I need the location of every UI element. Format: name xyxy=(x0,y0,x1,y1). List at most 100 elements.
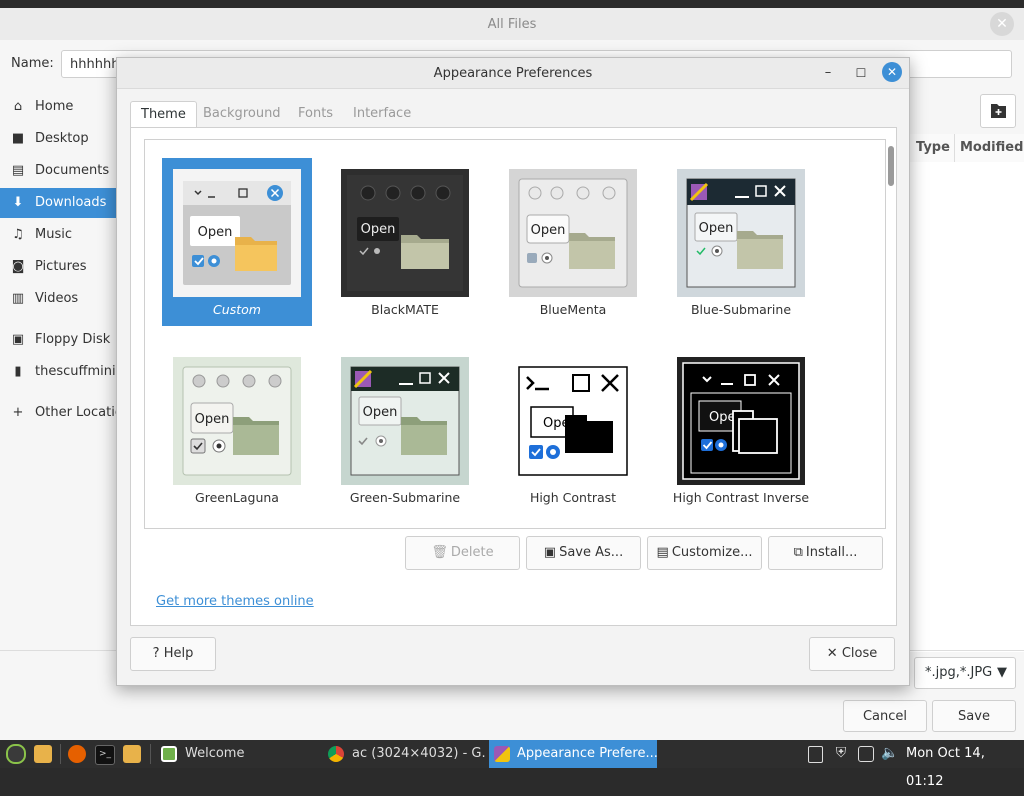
maximize-button[interactable]: ☐ xyxy=(853,65,869,81)
thumb-open-label: Open xyxy=(699,221,734,236)
sidebar-item-pictures[interactable]: ◙ Pictures xyxy=(0,252,116,282)
volume-icon[interactable]: 🔈 xyxy=(881,745,898,761)
tab-background[interactable]: Background xyxy=(193,101,291,127)
theme-tab-panel: Open Custom Open BlackMATE Open BlueMent… xyxy=(130,127,897,626)
theme-item-custom[interactable]: Open Custom xyxy=(162,158,312,326)
taskbar: >_ Welcome ac (3024×4032) - G... Appeara… xyxy=(0,740,1024,789)
theme-item-green-submarine[interactable]: Open Green-Submarine xyxy=(330,346,480,514)
dialog-titlebar: Appearance Preferences – ☐ ✕ xyxy=(117,58,909,89)
sidebar-item-label: Videos xyxy=(35,291,79,306)
delete-button[interactable]: 🗑 Delete xyxy=(405,536,520,570)
home-icon: ⌂ xyxy=(13,99,23,114)
sidebar-item-label: Music xyxy=(35,227,72,242)
tab-fonts[interactable]: Fonts xyxy=(288,101,343,127)
scrollbar-thumb[interactable] xyxy=(888,146,894,186)
green-submarine-theme-preview: Open xyxy=(341,357,469,485)
high-contrast-theme-preview: Ope xyxy=(518,366,628,476)
close-button[interactable]: ✕ Close xyxy=(809,637,895,671)
theme-item-high-contrast-inverse[interactable]: Ope High Contrast Inverse xyxy=(666,346,816,514)
theme-item-bluementa[interactable]: Open BlueMenta xyxy=(498,158,648,326)
thumb-open-label: Open xyxy=(198,225,233,240)
theme-item-blue-submarine[interactable]: Open Blue-Submarine xyxy=(666,158,816,326)
file-list[interactable] xyxy=(908,162,1024,652)
file-chooser-close-button[interactable]: ✕ xyxy=(990,12,1014,36)
file-chooser-title: All Files xyxy=(487,17,537,32)
theme-item-greenlaguna[interactable]: Open GreenLaguna xyxy=(162,346,312,514)
tab-interface[interactable]: Interface xyxy=(343,101,421,127)
pictures-icon: ◙ xyxy=(11,259,25,274)
thumb-open-label: Open xyxy=(363,405,398,420)
install-button[interactable]: ⧉ Install... xyxy=(768,536,883,570)
help-button[interactable]: ? Help xyxy=(130,637,216,671)
network-icon[interactable] xyxy=(858,746,874,762)
install-label: Install... xyxy=(805,545,858,560)
sidebar-item-music[interactable]: ♫ Music xyxy=(0,220,116,250)
sidebar-item-usb-drive[interactable]: ▮ thescuffmini xyxy=(0,357,116,387)
blue-submarine-theme-preview: Open xyxy=(677,169,805,297)
music-icon: ♫ xyxy=(12,227,24,242)
terminal-icon[interactable]: >_ xyxy=(95,745,115,765)
theme-name: Custom xyxy=(213,302,261,317)
name-label: Name: xyxy=(11,56,54,71)
new-folder-icon xyxy=(991,104,1006,118)
theme-item-high-contrast[interactable]: Ope High Contrast xyxy=(498,346,648,514)
thumb-open-label: Open xyxy=(531,223,566,238)
file-type-filter-select[interactable]: *.jpg,*.JPG ▼ xyxy=(914,657,1016,689)
files-launcher-icon[interactable] xyxy=(34,745,52,763)
minimize-button[interactable]: – xyxy=(820,65,836,81)
sidebar-item-label: Downloads xyxy=(35,195,107,210)
places-sidebar: ⌂ Home ■ Desktop ▤ Documents ⬇ Downloads… xyxy=(0,92,116,652)
new-folder-button[interactable] xyxy=(980,94,1016,128)
customize-button[interactable]: ▤ Customize... xyxy=(647,536,762,570)
close-icon: ✕ xyxy=(826,646,838,661)
help-label: Help xyxy=(163,646,194,661)
sidebar-item-downloads[interactable]: ⬇ Downloads xyxy=(0,188,116,218)
custom-theme-preview: Open xyxy=(173,169,301,297)
theme-grid[interactable]: Open Custom Open BlackMATE Open BlueMent… xyxy=(144,139,894,529)
thumb-open-label: Open xyxy=(195,412,230,427)
high-contrast-inverse-theme-preview: Ope xyxy=(677,357,805,485)
column-header-type[interactable]: Type xyxy=(916,140,950,155)
column-header-modified[interactable]: Modified xyxy=(960,140,1023,155)
taskbar-item-welcome[interactable]: Welcome xyxy=(155,740,315,768)
usb-drive-icon: ▮ xyxy=(14,364,22,379)
get-more-themes-link[interactable]: Get more themes online xyxy=(156,594,314,609)
firefox-icon[interactable] xyxy=(68,745,86,763)
sidebar-item-other-locations[interactable]: + Other Locations xyxy=(0,398,116,428)
taskbar-item-image-viewer[interactable]: ac (3024×4032) - G... xyxy=(322,740,486,768)
theme-name: GreenLaguna xyxy=(195,490,279,505)
tab-theme[interactable]: Theme xyxy=(130,101,197,128)
theme-name: Green-Submarine xyxy=(349,490,461,505)
sidebar-item-floppy[interactable]: ▣ Floppy Disk xyxy=(0,325,116,355)
close-label: Close xyxy=(841,646,878,661)
taskbar-item-label: Welcome xyxy=(185,746,245,761)
clipboard-icon[interactable] xyxy=(808,746,823,763)
taskbar-item-label: ac (3024×4032) - G... xyxy=(352,746,486,761)
sidebar-item-label: Documents xyxy=(35,163,110,178)
mint-menu-icon[interactable] xyxy=(6,744,26,764)
folder-icon[interactable] xyxy=(123,745,141,763)
sidebar-item-documents[interactable]: ▤ Documents xyxy=(0,156,116,186)
sidebar-item-videos[interactable]: ▥ Videos xyxy=(0,284,116,314)
file-list-header: Type Modified xyxy=(908,134,1024,163)
desktop-icon: ■ xyxy=(11,131,25,146)
cancel-button[interactable]: Cancel xyxy=(843,700,927,732)
clock[interactable]: Mon Oct 14, 01:12 xyxy=(906,740,1024,789)
save-as-button[interactable]: ▣ Save As... xyxy=(526,536,641,570)
sidebar-item-home[interactable]: ⌂ Home xyxy=(0,92,116,122)
thumb-open-partial-label: Ope xyxy=(709,410,735,425)
shield-icon[interactable]: ⛨ xyxy=(833,745,849,761)
file-chooser-titlebar: All Files ✕ xyxy=(0,8,1024,40)
install-icon: ⧉ xyxy=(793,545,803,560)
save-button[interactable]: Save xyxy=(932,700,1016,732)
theme-name: Blue-Submarine xyxy=(690,302,792,317)
dialog-close-button[interactable]: ✕ xyxy=(882,62,902,82)
sidebar-item-desktop[interactable]: ■ Desktop xyxy=(0,124,116,154)
theme-item-blackmate[interactable]: Open BlackMATE xyxy=(330,158,480,326)
dialog-title: Appearance Preferences xyxy=(433,66,593,81)
delete-label: Delete xyxy=(450,545,494,560)
customize-icon: ▤ xyxy=(656,545,669,560)
taskbar-item-appearance-preferences[interactable]: Appearance Prefere... xyxy=(489,740,657,768)
welcome-icon xyxy=(161,746,177,762)
plus-icon: + xyxy=(12,405,24,420)
